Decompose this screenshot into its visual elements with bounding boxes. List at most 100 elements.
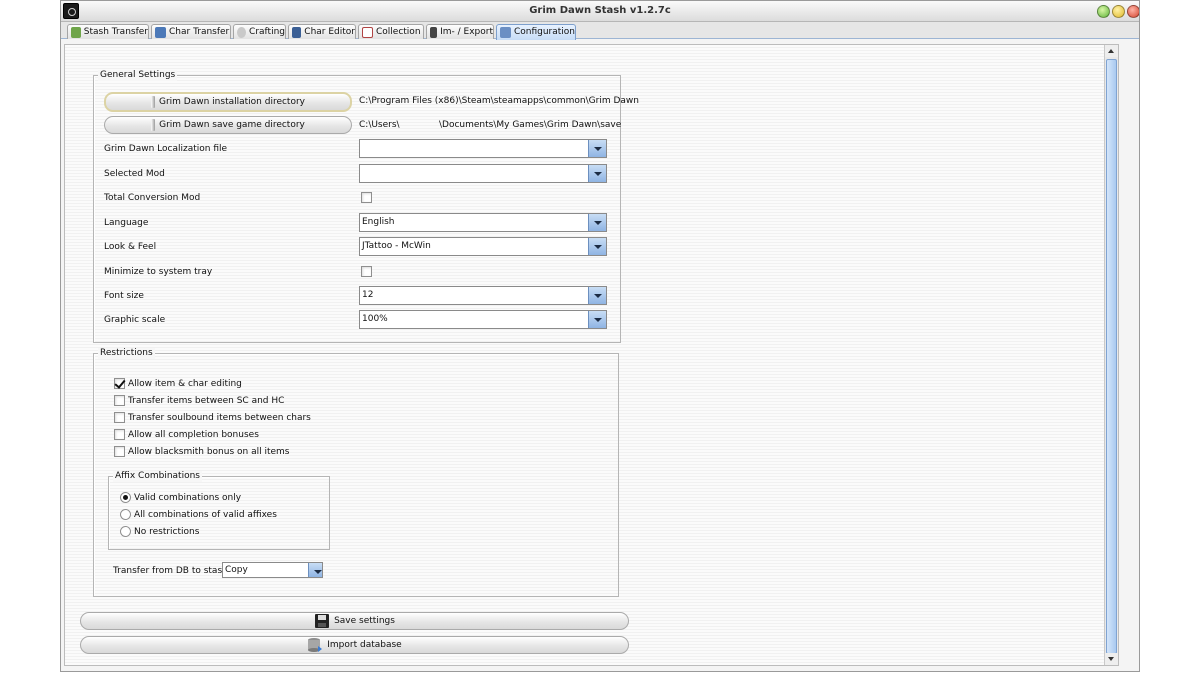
configuration-panel: General Settings Grim Dawn installation … [64,44,1119,666]
font-size-combo[interactable]: 12 [359,286,607,305]
dropdown-arrow-icon[interactable] [308,563,322,577]
database-import-icon [308,638,323,652]
transfer-sc-hc-checkbox[interactable] [114,395,125,406]
save-directory-path-prefix: C:\Users\ [359,120,400,130]
folder-grip-icon [151,119,156,131]
tab-label: Crafting [249,26,285,37]
dropdown-arrow-icon[interactable] [588,165,606,182]
tab-label: Stash Transfer [83,26,148,37]
selected-mod-label: Selected Mod [104,169,165,179]
localization-label: Grim Dawn Localization file [104,144,228,154]
total-conversion-checkbox[interactable] [361,192,372,203]
allow-editing-label: Allow item & char editing [128,379,242,389]
completion-bonuses-checkbox[interactable] [114,429,125,440]
tab-crafting[interactable]: Crafting [233,24,286,39]
vertical-scrollbar[interactable] [1104,45,1118,665]
char-transfer-icon [155,26,166,38]
localization-combo[interactable] [359,139,607,158]
tab-stash-transfer[interactable]: Stash Transfer [67,24,149,39]
affix-combinations-group: Affix Combinations Valid combinations on… [108,471,330,550]
button-label: Save settings [334,616,395,626]
floppy-disk-icon [315,614,330,628]
combo-value: 12 [362,290,374,300]
valid-combinations-radio[interactable] [120,492,131,503]
completion-bonuses-label: Allow all completion bonuses [128,430,259,440]
system-tray-label: Minimize to system tray [104,267,213,277]
maximize-button[interactable] [1112,5,1125,18]
dropdown-arrow-icon[interactable] [588,311,606,328]
tab-label: Char Editor [304,26,355,37]
app-window: Grim Dawn Stash v1.2.7c Stash Transfer C… [60,0,1140,672]
configuration-icon [500,27,511,38]
import-database-button[interactable]: Import database [80,636,629,654]
crafting-icon [237,26,247,38]
tab-label: Im- / Export [440,26,493,37]
tab-label: Char Transfer [169,26,230,37]
valid-combinations-label: Valid combinations only [134,493,242,503]
graphic-scale-combo[interactable]: 100% [359,310,607,329]
tab-char-transfer[interactable]: Char Transfer [151,24,231,39]
all-combinations-label: All combinations of valid affixes [134,510,277,520]
close-button[interactable] [1127,5,1139,18]
tab-configuration[interactable]: Configuration [496,24,576,40]
tab-bar: Stash Transfer Char Transfer Crafting Ch… [61,22,1139,40]
title-bar[interactable]: Grim Dawn Stash v1.2.7c [61,1,1139,22]
allow-editing-checkbox[interactable] [114,378,125,389]
scroll-down-arrow-icon[interactable] [1105,653,1118,665]
install-directory-path: C:\Program Files (x86)\Steam\steamapps\c… [359,96,639,106]
tab-im-export[interactable]: Im- / Export [426,24,494,39]
tab-label: Collection [376,26,421,37]
transfer-db-combo[interactable]: Copy [222,562,323,578]
dropdown-arrow-icon[interactable] [588,287,606,304]
combo-value: Copy [225,565,248,575]
graphic-scale-label: Graphic scale [104,315,166,325]
stash-icon [71,26,81,38]
char-editor-icon [292,26,302,38]
look-feel-label: Look & Feel [104,242,157,252]
combo-value: English [362,217,395,227]
font-size-label: Font size [104,291,144,301]
transfer-sc-hc-label: Transfer items between SC and HC [128,396,285,406]
save-directory-button[interactable]: Grim Dawn save game directory [104,116,352,134]
tab-label: Configuration [513,27,575,37]
system-tray-checkbox[interactable] [361,266,372,277]
window-title: Grim Dawn Stash v1.2.7c [529,5,671,16]
button-label: Grim Dawn installation directory [159,97,305,107]
general-settings-group: General Settings Grim Dawn installation … [93,70,639,343]
blacksmith-bonus-checkbox[interactable] [114,446,125,457]
button-label: Grim Dawn save game directory [159,120,305,130]
minimize-button[interactable] [1097,5,1110,18]
selected-mod-combo[interactable] [359,164,607,183]
total-conversion-label: Total Conversion Mod [104,193,201,203]
import-export-icon [430,26,438,38]
group-legend: Restrictions [98,348,155,359]
combo-value: 100% [362,314,388,324]
save-settings-button[interactable]: Save settings [80,612,629,630]
look-feel-combo[interactable]: JTattoo - McWin [359,237,607,256]
button-label: Import database [327,640,402,650]
no-restrictions-label: No restrictions [134,527,200,537]
language-label: Language [104,218,149,228]
dropdown-arrow-icon[interactable] [588,140,606,157]
dropdown-arrow-icon[interactable] [588,238,606,255]
dropdown-arrow-icon[interactable] [588,214,606,231]
group-legend: General Settings [98,70,178,81]
save-directory-path-suffix: \Documents\My Games\Grim Dawn\save [439,120,622,130]
blacksmith-bonus-label: Allow blacksmith bonus on all items [128,447,290,457]
restrictions-group: Restrictions Allow item & char editing T… [93,348,619,597]
language-combo[interactable]: English [359,213,607,232]
scrollbar-thumb[interactable] [1106,59,1117,654]
combo-value: JTattoo - McWin [362,241,431,251]
transfer-soulbound-label: Transfer soulbound items between chars [128,413,311,423]
tab-collection[interactable]: Collection [358,24,424,39]
transfer-soulbound-checkbox[interactable] [114,412,125,423]
collection-icon [362,26,373,38]
install-directory-button[interactable]: Grim Dawn installation directory [104,92,352,112]
folder-grip-icon [151,96,155,108]
group-legend: Affix Combinations [113,471,202,482]
tab-char-editor[interactable]: Char Editor [288,24,356,39]
no-restrictions-radio[interactable] [120,526,131,537]
scroll-up-arrow-icon[interactable] [1105,45,1118,57]
transfer-db-label: Transfer from DB to stash [113,566,228,576]
all-combinations-radio[interactable] [120,509,131,520]
